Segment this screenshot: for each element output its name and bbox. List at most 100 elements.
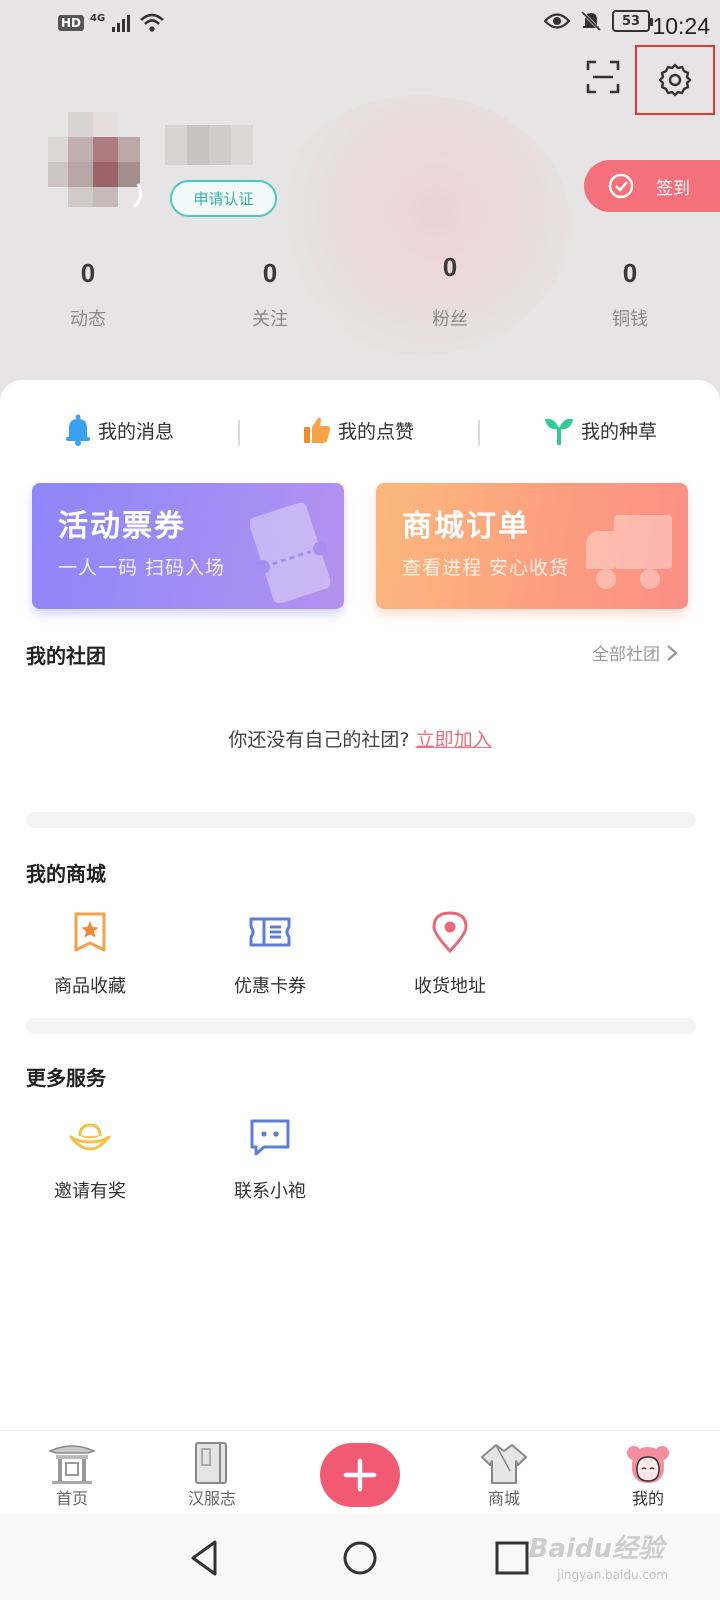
divider (478, 420, 480, 446)
section-divider (26, 1018, 696, 1034)
nav-hanfu-magazine[interactable]: 汉服志 (162, 1431, 262, 1515)
home-circle-icon[interactable] (340, 1538, 380, 1578)
empty-clubs-message: 你还没有自己的社团? 立即加入 (0, 725, 720, 752)
join-club-link[interactable]: 立即加入 (416, 729, 492, 751)
heart-check-icon (608, 173, 634, 199)
network-type: 4G (90, 12, 106, 24)
location-pin-icon (432, 911, 468, 954)
signal-icon (112, 15, 131, 32)
nav-mall[interactable]: 商城 (454, 1431, 554, 1515)
hanfu-robe-icon (481, 1444, 527, 1484)
scan-icon (586, 60, 620, 94)
bottom-nav: 首页 汉服志 商城 我的 (0, 1430, 720, 1514)
invite-reward-item[interactable]: 邀请有奖 (30, 1115, 150, 1203)
stat-value: 0 (262, 258, 278, 288)
username-blurred (165, 125, 255, 165)
grid-item-label: 优惠卡券 (234, 976, 306, 997)
shop-section-title: 我的商城 (26, 862, 106, 886)
profile-stats: 0 动态 0 关注 0 粉丝 0 铜钱 (0, 252, 720, 348)
status-bar: HD 4G 53 10:24 (0, 0, 720, 52)
mute-bell-icon (580, 10, 602, 32)
watermark-logo: Baidu经验 (528, 1534, 664, 1564)
stat-label: 铜钱 (612, 309, 648, 330)
quick-link-label: 我的点赞 (338, 420, 415, 443)
create-post-button[interactable] (320, 1443, 400, 1507)
avatar-image (48, 112, 143, 209)
battery-indicator: 53 (612, 10, 653, 32)
truck-icon (586, 515, 672, 589)
stat-label: 粉丝 (432, 309, 468, 330)
hd-badge: HD (58, 15, 85, 31)
section-divider (26, 812, 696, 828)
wifi-icon (140, 13, 165, 32)
grid-item-label: 邀请有奖 (54, 1181, 126, 1202)
nav-label: 我的 (631, 1489, 664, 1508)
quick-links: 我的消息 我的点赞 我的种草 (0, 410, 720, 450)
coupon-icon (249, 917, 291, 947)
all-clubs-link[interactable]: 全部社团 (592, 640, 678, 665)
status-left: HD 4G (58, 12, 165, 34)
thumbs-up-icon (304, 417, 331, 443)
stat-coins[interactable]: 0 铜钱 (570, 258, 690, 331)
stat-label: 关注 (252, 309, 288, 330)
stat-label: 动态 (70, 309, 106, 330)
sprout-icon (545, 418, 573, 445)
grid-item-label: 收货地址 (414, 976, 486, 997)
stat-value: 0 (622, 258, 638, 288)
nav-home[interactable]: 首页 (22, 1431, 122, 1515)
girl-avatar-icon (627, 1446, 669, 1483)
gold-ingot-icon (69, 1123, 111, 1151)
gear-icon (658, 63, 692, 97)
quick-link-likes[interactable]: 我的点赞 (302, 410, 414, 450)
status-right: 53 (544, 10, 653, 32)
checkin-button[interactable]: 签到 (584, 160, 720, 212)
back-triangle-icon[interactable] (185, 1538, 225, 1578)
pavilion-icon (48, 1445, 96, 1484)
grid-item-label: 商品收藏 (54, 976, 126, 997)
quick-link-label: 我的消息 (98, 420, 175, 443)
bell-icon (66, 414, 90, 446)
system-navigation-bar: Baidu经验 jingyan.baidu.com (0, 1514, 720, 1600)
nav-label: 商城 (487, 1489, 520, 1508)
nav-me[interactable]: 我的 (598, 1431, 698, 1515)
apply-certification-button[interactable]: 申请认证 (170, 180, 277, 217)
empty-clubs-text: 你还没有自己的社团? (228, 729, 410, 751)
chat-icon (250, 1119, 290, 1156)
recents-square-icon[interactable] (492, 1538, 532, 1578)
nav-label: 汉服志 (187, 1489, 236, 1508)
eye-icon (544, 13, 570, 29)
order-card[interactable]: 商城订单 查看进程 安心收货 (376, 483, 688, 609)
ticket-card[interactable]: 活动票券 一人一码 扫码入场 (32, 483, 344, 609)
favorite-star-icon (74, 912, 106, 952)
plus-icon (343, 1458, 377, 1492)
scan-button[interactable] (586, 60, 620, 94)
quick-link-messages[interactable]: 我的消息 (64, 410, 174, 450)
book-icon (195, 1442, 227, 1484)
stat-posts[interactable]: 0 动态 (28, 258, 148, 331)
clock: 10:24 (652, 13, 710, 39)
checkin-label: 签到 (656, 178, 690, 199)
chevron-right-icon (667, 644, 678, 661)
divider (238, 420, 240, 446)
stat-fans[interactable]: 0 粉丝 (390, 252, 510, 331)
favorites-item[interactable]: 商品收藏 (30, 910, 150, 998)
quick-link-grass[interactable]: 我的种草 (543, 410, 657, 450)
coupons-item[interactable]: 优惠卡券 (210, 910, 330, 998)
services-section-title: 更多服务 (26, 1066, 106, 1090)
stat-value: 0 (80, 258, 96, 288)
all-clubs-label: 全部社团 (592, 645, 660, 665)
main-content: 我的消息 我的点赞 我的种草 活动票券 一人一码 扫码入场 商城订单 查看进程 … (0, 380, 720, 1430)
clubs-section-title: 我的社团 (26, 644, 106, 668)
stat-following[interactable]: 0 关注 (210, 258, 330, 331)
avatar[interactable] (48, 112, 148, 212)
stat-value: 0 (442, 252, 458, 282)
quick-link-label: 我的种草 (581, 420, 658, 443)
profile-header: HD 4G 53 10:24 申请认证 签到 0 动态 0 关注 0 粉丝 0 … (0, 0, 720, 400)
ticket-icon (250, 503, 330, 603)
grid-item-label: 联系小袍 (234, 1181, 306, 1202)
settings-button[interactable] (635, 45, 715, 115)
nav-label: 首页 (55, 1489, 88, 1508)
watermark-url: jingyan.baidu.com (557, 1568, 668, 1582)
contact-item[interactable]: 联系小袍 (210, 1115, 330, 1203)
address-item[interactable]: 收货地址 (390, 910, 510, 998)
